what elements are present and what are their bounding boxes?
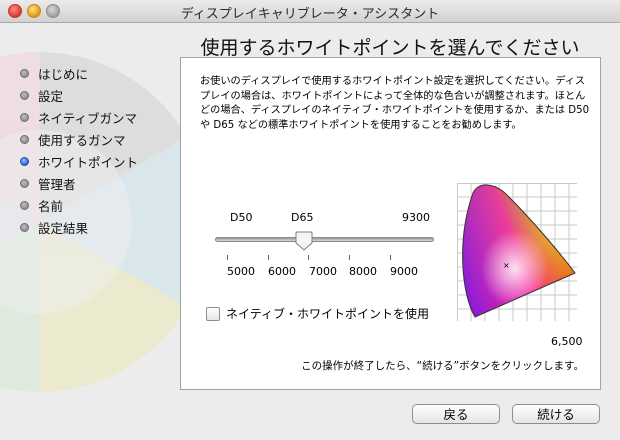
step-native-gamma: ネイティブガンマ (20, 106, 138, 128)
step-bullet-icon (20, 178, 29, 188)
continue-button[interactable]: 続ける (512, 404, 600, 424)
step-bullet-icon (20, 90, 29, 100)
slider-tick (308, 255, 309, 260)
step-current-bullet-icon (20, 156, 29, 166)
back-button[interactable]: 戻る (412, 404, 500, 424)
steps-sidebar: はじめに 設定 ネイティブガンマ 使用するガンマ ホワイトポイント 管理者 名前… (20, 62, 138, 238)
title-bar: ディスプレイキャリブレータ・アシスタント (0, 0, 620, 23)
step-white-point: ホワイトポイント (20, 150, 138, 172)
step-settings: 設定 (20, 84, 138, 106)
step-admin: 管理者 (20, 172, 138, 194)
scale-label: 7000 (309, 265, 337, 278)
instruction-note: この操作が終了したら、“続ける”ボタンをクリックします。 (301, 360, 584, 372)
preset-label-d50: D50 (230, 211, 253, 224)
preset-label-d65: D65 (291, 211, 314, 224)
step-label: 管理者 (38, 176, 76, 192)
white-point-slider[interactable] (215, 237, 434, 242)
scale-label: 8000 (349, 265, 377, 278)
step-label: 名前 (38, 198, 64, 214)
chromaticity-diagram: × (457, 183, 577, 321)
slider-tick (349, 255, 350, 260)
native-white-point-option[interactable]: ネイティブ・ホワイトポイントを使用 (206, 305, 429, 322)
slider-tick (390, 255, 391, 260)
step-bullet-icon (20, 222, 29, 232)
white-point-marker-icon: × (503, 261, 510, 270)
slider-tick (268, 255, 269, 260)
step-bullet-icon (20, 112, 29, 122)
step-bullet-icon (20, 68, 29, 78)
white-point-value: 6,500 (551, 335, 583, 348)
preset-label-9300: 9300 (402, 211, 430, 224)
calibrator-window: ディスプレイキャリブレータ・アシスタント はじめに 設定 ネイティブガンマ 使用… (0, 0, 620, 440)
step-intro: はじめに (20, 62, 138, 84)
step-label: 使用するガンマ (38, 132, 126, 148)
step-summary: 設定結果 (20, 216, 138, 238)
step-label: 設定 (38, 88, 64, 104)
native-white-point-label: ネイティブ・ホワイトポイントを使用 (226, 307, 430, 321)
step-label: はじめに (38, 66, 89, 82)
step-target-gamma: 使用するガンマ (20, 128, 138, 150)
step-bullet-icon (20, 134, 29, 144)
slider-thumb[interactable] (295, 231, 313, 251)
step-label: ホワイトポイント (38, 154, 139, 170)
page-title: 使用するホワイトポイントを選んでください (200, 37, 580, 59)
scale-label: 5000 (227, 265, 255, 278)
slider-tick (227, 255, 228, 260)
scale-label: 6000 (268, 265, 296, 278)
white-point-panel: お使いのディスプレイで使用するホワイトポイント設定を選択してください。ディスプレ… (180, 57, 601, 390)
description-text: お使いのディスプレイで使用するホワイトポイント設定を選択してください。ディスプレ… (200, 76, 590, 131)
scale-label: 9000 (390, 265, 418, 278)
step-label: ネイティブガンマ (38, 110, 138, 126)
window-title: ディスプレイキャリブレータ・アシスタント (180, 7, 440, 22)
step-label: 設定結果 (38, 220, 89, 236)
step-name: 名前 (20, 194, 138, 216)
step-bullet-icon (20, 200, 29, 210)
native-white-point-checkbox[interactable] (206, 306, 220, 321)
